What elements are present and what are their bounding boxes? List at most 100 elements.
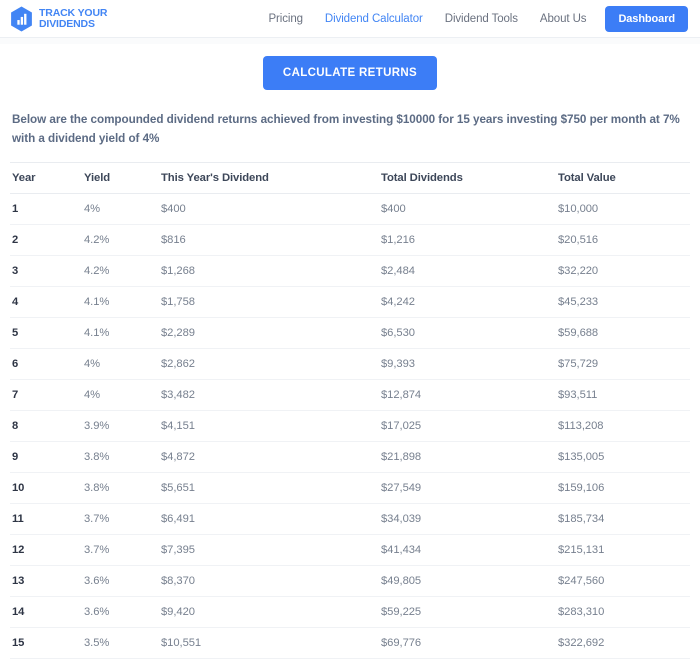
cell-yield: 4% (84, 388, 101, 401)
cell-total-value: $20,516 (558, 233, 599, 246)
cell-yield: 3.8% (84, 481, 110, 494)
cell-yield: 4.1% (84, 295, 110, 308)
cell-this-years-dividend: $816 (161, 233, 186, 246)
cell-year: 8 (12, 419, 19, 432)
cell-total-dividends: $21,898 (381, 450, 422, 463)
cell-total-dividends: $6,530 (381, 326, 415, 339)
cell-total-dividends: $17,025 (381, 419, 422, 432)
column-header-yield: Yield (84, 171, 111, 184)
cell-yield: 3.8% (84, 450, 110, 463)
cell-total-value: $113,208 (558, 419, 604, 432)
cell-this-years-dividend: $1,268 (161, 264, 195, 277)
table-row: 4 4.1% $1,758 $4,242 $45,233 (10, 286, 690, 318)
table-row: 8 3.9% $4,151 $17,025 $113,208 (10, 410, 690, 442)
nav-item-about-us[interactable]: About Us (529, 13, 598, 25)
bar-chart-hexagon-icon (11, 6, 32, 31)
cell-this-years-dividend: $3,482 (161, 388, 195, 401)
cell-total-value: $59,688 (558, 326, 599, 339)
cell-year: 2 (12, 233, 19, 246)
column-header-year: Year (12, 171, 36, 184)
cell-year: 3 (12, 264, 19, 277)
cell-this-years-dividend: $6,491 (161, 512, 195, 525)
table-row: 12 3.7% $7,395 $41,434 $215,131 (10, 534, 690, 566)
cell-total-value: $185,734 (558, 512, 605, 525)
cell-year: 15 (12, 636, 25, 649)
column-header-total-dividends: Total Dividends (381, 171, 463, 184)
cell-yield: 3.6% (84, 605, 110, 618)
table-row: 5 4.1% $2,289 $6,530 $59,688 (10, 317, 690, 349)
cell-this-years-dividend: $2,862 (161, 357, 195, 370)
cell-total-value: $322,692 (558, 636, 605, 649)
cell-total-dividends: $1,216 (381, 233, 415, 246)
results-summary-text: Below are the compounded dividend return… (12, 113, 680, 146)
cell-total-dividends: $2,484 (381, 264, 415, 277)
cell-yield: 4% (84, 202, 101, 215)
table-row: 11 3.7% $6,491 $34,039 $185,734 (10, 503, 690, 535)
cell-this-years-dividend: $10,551 (161, 636, 202, 649)
cell-total-dividends: $41,434 (381, 543, 422, 556)
cell-total-dividends: $4,242 (381, 295, 415, 308)
brand-line-2: DIVIDENDS (39, 17, 95, 30)
cell-yield: 3.9% (84, 419, 110, 432)
cell-this-years-dividend: $7,395 (161, 543, 195, 556)
calculate-returns-button[interactable]: CALCULATE RETURNS (262, 56, 438, 90)
cell-total-value: $135,005 (558, 450, 605, 463)
table-body: 1 4% $400 $400 $10,000 2 4.2% $816 $1,216 $20,516… (10, 193, 690, 659)
cell-total-dividends: $12,874 (381, 388, 422, 401)
calculate-returns-row: CALCULATE RETURNS (10, 44, 690, 90)
cell-year: 14 (12, 605, 25, 618)
cell-total-dividends: $49,805 (381, 574, 422, 587)
table-row: 10 3.8% $5,651 $27,549 $159,106 (10, 472, 690, 504)
cell-this-years-dividend: $4,151 (161, 419, 195, 432)
brand-text: TRACK YOUR DIVIDENDS (39, 8, 107, 29)
table-row: 15 3.5% $10,551 $69,776 $322,692 (10, 627, 690, 659)
cell-year: 12 (12, 543, 25, 556)
nav-item-dividend-tools[interactable]: Dividend Tools (434, 13, 529, 25)
cell-yield: 4.1% (84, 326, 110, 339)
main-nav: Pricing Dividend Calculator Dividend Too… (257, 5, 688, 32)
table-head: Year Yield This Year's Dividend Total Di… (10, 162, 690, 194)
cell-yield: 3.7% (84, 512, 110, 525)
cell-this-years-dividend: $9,420 (161, 605, 195, 618)
cell-yield: 3.7% (84, 543, 110, 556)
cell-year: 1 (12, 202, 19, 215)
cell-total-dividends: $34,039 (381, 512, 422, 525)
cell-year: 4 (12, 295, 19, 308)
dashboard-button[interactable]: Dashboard (605, 5, 688, 32)
cell-year: 10 (12, 481, 25, 494)
cell-total-dividends: $59,225 (381, 605, 422, 618)
dividend-results-table: Year Yield This Year's Dividend Total Di… (10, 162, 690, 659)
cell-total-value: $10,000 (558, 202, 599, 215)
cell-this-years-dividend: $1,758 (161, 295, 195, 308)
cell-total-dividends: $27,549 (381, 481, 422, 494)
nav-item-pricing[interactable]: Pricing (257, 13, 313, 25)
cell-yield: 4.2% (84, 233, 110, 246)
cell-year: 9 (12, 450, 19, 463)
brand-line-1: TRACK YOUR (39, 6, 108, 19)
column-header-total-value: Total Value (558, 171, 616, 184)
table-row: 13 3.6% $8,370 $49,805 $247,560 (10, 565, 690, 597)
cell-year: 5 (12, 326, 19, 339)
cell-this-years-dividend: $4,872 (161, 450, 195, 463)
cell-yield: 3.6% (84, 574, 110, 587)
cell-this-years-dividend: $8,370 (161, 574, 195, 587)
cell-year: 6 (12, 357, 19, 370)
table-row: 6 4% $2,862 $9,393 $75,729 (10, 348, 690, 380)
nav-item-dividend-calculator[interactable]: Dividend Calculator (314, 13, 434, 25)
brand-logo[interactable]: TRACK YOUR DIVIDENDS (10, 6, 107, 32)
cell-this-years-dividend: $2,289 (161, 326, 195, 339)
cell-yield: 3.5% (84, 636, 110, 649)
table-row: 7 4% $3,482 $12,874 $93,511 (10, 379, 690, 411)
cell-total-dividends: $9,393 (381, 357, 415, 370)
cell-this-years-dividend: $400 (161, 202, 186, 215)
cell-year: 13 (12, 574, 25, 587)
table-row: 9 3.8% $4,872 $21,898 $135,005 (10, 441, 690, 473)
cell-total-value: $283,310 (558, 605, 605, 618)
cell-total-dividends: $400 (381, 202, 406, 215)
table-row: 14 3.6% $9,420 $59,225 $283,310 (10, 596, 690, 628)
cell-total-value: $32,220 (558, 264, 599, 277)
cell-total-value: $215,131 (558, 543, 605, 556)
cell-total-value: $75,729 (558, 357, 599, 370)
table-row: 3 4.2% $1,268 $2,484 $32,220 (10, 255, 690, 287)
cell-total-value: $247,560 (558, 574, 605, 587)
